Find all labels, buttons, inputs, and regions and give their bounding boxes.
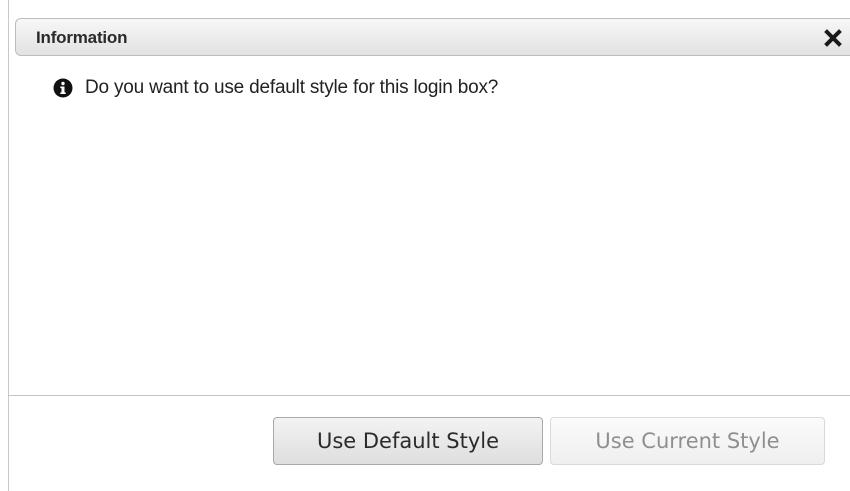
footer-divider <box>8 395 850 396</box>
close-icon[interactable] <box>821 24 845 50</box>
dialog-message: Do you want to use default style for thi… <box>53 74 498 102</box>
dialog-titlebar[interactable]: Information <box>15 18 850 56</box>
message-text: Do you want to use default style for thi… <box>85 77 499 98</box>
use-default-style-button[interactable]: Use Default Style <box>273 417 543 465</box>
dialog-title: Information <box>36 28 128 47</box>
use-current-style-button[interactable]: Use Current Style <box>550 417 825 465</box>
info-icon <box>53 78 73 98</box>
